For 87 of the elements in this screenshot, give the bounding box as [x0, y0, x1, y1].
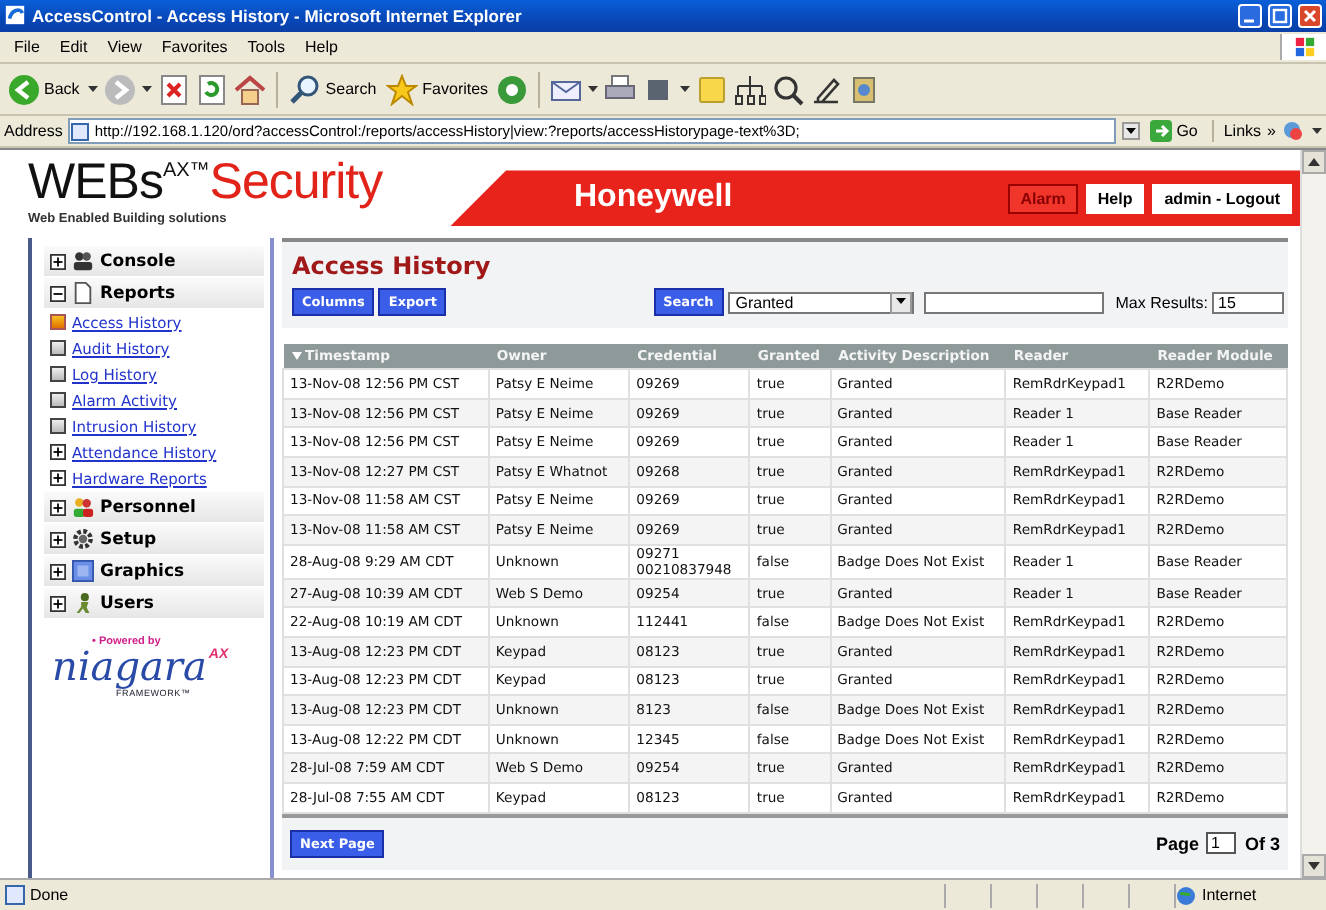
framework-logo: niagara [52, 648, 207, 685]
expand-icon[interactable] [50, 595, 66, 612]
page-label: Page [1155, 833, 1199, 854]
nav-group[interactable]: Console [44, 246, 264, 277]
search-field[interactable] [923, 291, 1104, 314]
dropdown-caret-icon[interactable] [588, 85, 599, 94]
go-button[interactable]: Go [1146, 120, 1202, 143]
search-button[interactable]: Search [287, 73, 379, 106]
brand-name: Honeywell [574, 180, 735, 217]
menu-item[interactable]: File [4, 37, 50, 56]
person-icon [72, 592, 94, 615]
gear-icon [72, 528, 94, 551]
pen-icon[interactable] [810, 73, 843, 106]
header-button[interactable]: Help [1085, 183, 1145, 214]
magnifier-icon[interactable] [772, 73, 805, 106]
back-button[interactable]: Back [6, 73, 82, 106]
expand-icon[interactable] [50, 563, 66, 580]
nav-group[interactable]: Setup [44, 524, 264, 555]
address-dropdown-button[interactable] [1122, 122, 1141, 141]
product-logo: WEBs$^{AX™}$Security [28, 152, 383, 212]
close-icon [1302, 7, 1318, 24]
people-icon [72, 496, 94, 519]
nav-group-label[interactable]: Setup [100, 529, 157, 550]
page-icon [4, 884, 26, 907]
dropdown-caret-icon[interactable] [1312, 127, 1322, 136]
network-icon[interactable] [734, 73, 767, 106]
scroll-down-button[interactable] [1302, 854, 1326, 879]
filter-dropdown[interactable]: Granted [727, 291, 914, 314]
links-chevron[interactable]: » [1267, 122, 1276, 141]
down-arrow-icon [1308, 862, 1320, 871]
expand-icon[interactable] [50, 499, 66, 516]
refresh-icon[interactable] [195, 73, 228, 106]
collapse-icon[interactable] [50, 285, 66, 302]
stop-icon[interactable] [157, 73, 190, 106]
people-icon [72, 250, 94, 273]
nav-group-label[interactable]: Console [100, 251, 176, 272]
expand-icon[interactable] [50, 470, 66, 487]
expand-icon[interactable] [50, 531, 66, 548]
sort-arrow-icon [291, 352, 301, 361]
up-arrow-icon [1308, 158, 1320, 167]
nav-group-label[interactable]: Reports [100, 283, 176, 304]
dropdown-caret-icon[interactable] [141, 85, 152, 94]
star-icon [386, 73, 419, 106]
expand-icon[interactable] [50, 444, 66, 461]
caret-icon [895, 298, 906, 307]
picture-icon [72, 560, 94, 583]
header-button[interactable]: admin - Logout [1152, 183, 1292, 214]
nav-group-label[interactable]: Personnel [100, 497, 196, 518]
globe-icon [1176, 885, 1196, 906]
page-title: Access History [292, 252, 493, 281]
scroll-up-button[interactable] [1302, 150, 1326, 175]
menu-item[interactable]: Edit [49, 37, 98, 56]
max-results-field[interactable]: 15 [1212, 291, 1284, 314]
page-number-field[interactable]: 1 [1206, 832, 1237, 855]
scrollbar[interactable] [1300, 150, 1326, 879]
flag-logo-icon [1293, 35, 1315, 58]
max-results-label: Max Results: [1115, 293, 1208, 312]
document-icon [72, 282, 94, 305]
maximize-icon [1272, 7, 1288, 24]
expand-icon[interactable] [50, 253, 66, 270]
window-title: AccessControl - Access History - Microsoft Internet Explorer [32, 5, 524, 26]
maximize-button[interactable] [1268, 3, 1292, 28]
menu-item[interactable]: Help [294, 37, 348, 56]
links-label[interactable]: Links [1223, 122, 1262, 141]
nav-group[interactable]: Reports [44, 278, 264, 309]
address-label: Address [4, 122, 63, 141]
favorites-button[interactable]: Favorites [384, 73, 491, 106]
status-text: Done [30, 886, 71, 905]
home-icon[interactable] [233, 73, 266, 106]
browser-icon [4, 4, 26, 27]
nav-group-label[interactable]: Graphics [100, 561, 185, 582]
nav-group[interactable]: Personnel [44, 492, 264, 523]
nav-group[interactable]: Users [44, 588, 264, 619]
dropdown-caret-icon[interactable] [87, 85, 98, 94]
menu-item[interactable]: Favorites [151, 37, 238, 56]
minimize-button[interactable] [1238, 3, 1262, 28]
search-icon [289, 73, 322, 106]
nav-group-label[interactable]: Users [100, 593, 154, 614]
security-zone: Internet [1202, 886, 1257, 905]
nav-group[interactable]: Graphics [44, 556, 264, 587]
menu-item[interactable]: View [97, 37, 152, 56]
dropdown-caret-icon[interactable] [680, 85, 691, 94]
page-total: Of 3 [1244, 833, 1280, 854]
close-button[interactable] [1298, 3, 1322, 28]
menu-item[interactable]: Tools [237, 37, 295, 56]
page-icon [70, 121, 91, 142]
caret-icon [1126, 127, 1137, 136]
